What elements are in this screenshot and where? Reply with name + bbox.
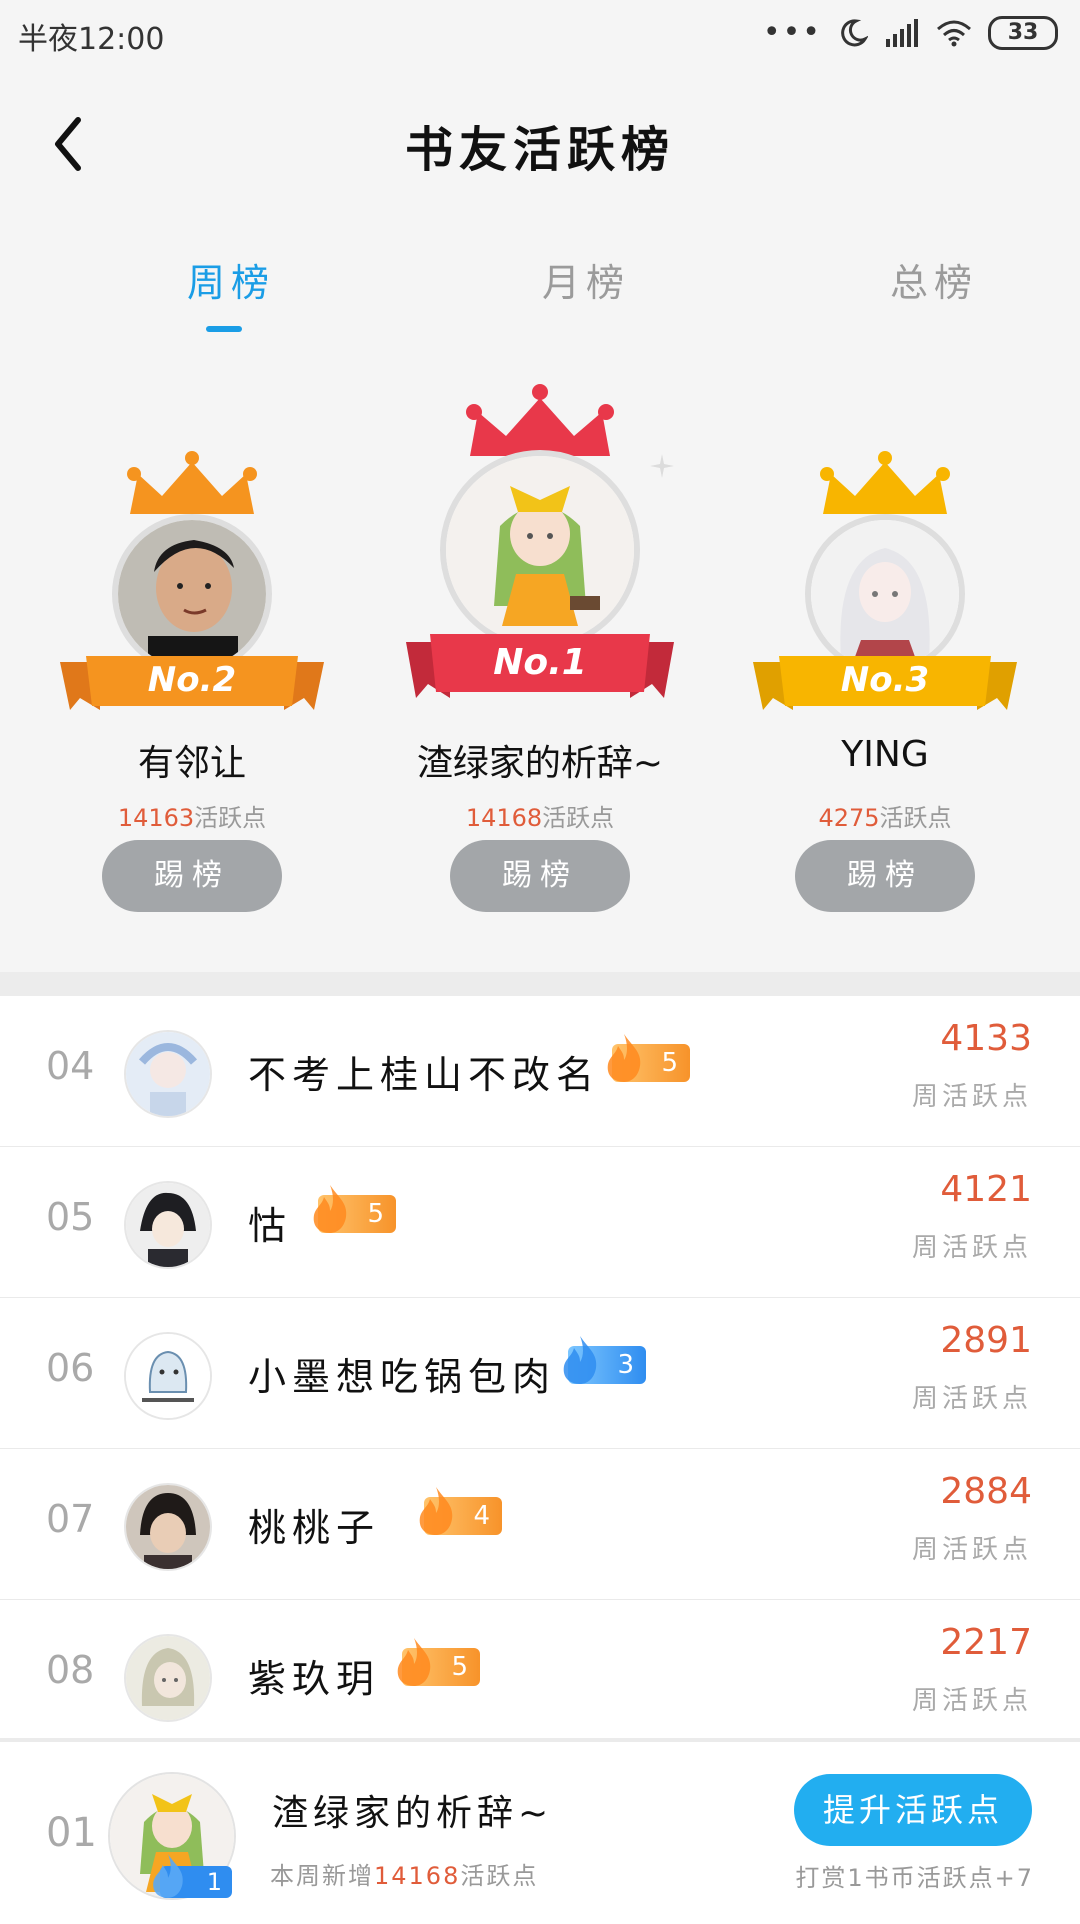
avatar-image — [126, 1334, 210, 1418]
level-badge: 3 — [563, 1336, 646, 1384]
list-item[interactable]: 07 桃桃子 4 2884 周活跃点 — [0, 1449, 1080, 1600]
user-name: 紫玖玥 — [248, 1657, 381, 1701]
avatar[interactable] — [124, 1181, 212, 1269]
header: 书友活跃榜 — [0, 72, 1080, 216]
winner-name: 渣绿家的析辞~ — [416, 743, 664, 784]
rank-label: No.2 — [147, 660, 237, 700]
user-name: 怙 — [248, 1204, 293, 1248]
list-item[interactable]: 08 紫玖玥 5 2217 周活跃点 — [0, 1600, 1080, 1751]
score-label: 周活跃点 — [911, 1686, 1032, 1716]
flame-icon — [397, 1638, 431, 1686]
flame-icon — [563, 1336, 597, 1384]
user-name: 小墨想吃锅包肉 — [248, 1355, 557, 1399]
status-bar: 半夜12:00 ••• 33 — [0, 0, 1080, 72]
list-item[interactable]: 04 不考上桂山不改名 5 4133 周活跃点 — [0, 996, 1080, 1147]
my-weekly-points: 本周新增14168活跃点 — [270, 1862, 539, 1890]
level-badge: 5 — [397, 1638, 480, 1686]
avatar-image — [126, 1183, 210, 1267]
winner-name: 有邻让 — [137, 743, 246, 784]
boost-hint: 打赏1书币活跃点+7 — [795, 1864, 1034, 1892]
rank-label: No.3 — [840, 660, 930, 700]
winner-name: YING — [841, 734, 929, 775]
score-label: 周活跃点 — [911, 1384, 1032, 1414]
avatar-image — [118, 520, 266, 668]
status-time: 半夜12:00 — [18, 22, 165, 57]
level-badge: 5 — [313, 1185, 396, 1233]
avatar-image — [126, 1485, 210, 1569]
level-badge: 4 — [419, 1487, 502, 1535]
section-divider — [0, 972, 1080, 996]
flame-icon — [607, 1034, 641, 1082]
rank-number: 06 — [46, 1346, 95, 1390]
flame-icon — [419, 1487, 453, 1535]
flame-icon — [153, 1854, 183, 1898]
flame-icon — [313, 1185, 347, 1233]
kick-button[interactable]: 踢榜 — [102, 840, 282, 912]
user-name: 桃桃子 — [248, 1506, 381, 1550]
winner-points: 14163活跃点 — [117, 804, 267, 832]
moon-icon — [841, 19, 868, 47]
signal-icon — [886, 19, 918, 47]
level-badge: 5 — [607, 1034, 690, 1082]
avatar[interactable] — [124, 1030, 212, 1118]
score-label: 周活跃点 — [911, 1082, 1032, 1112]
score-label: 周活跃点 — [911, 1233, 1032, 1263]
status-icons: ••• 33 — [763, 16, 1058, 50]
crown-icon — [820, 451, 950, 514]
avatar-image — [126, 1032, 210, 1116]
rank-number: 07 — [46, 1497, 95, 1541]
rank-number: 08 — [46, 1648, 95, 1692]
score: 4121 — [940, 1169, 1032, 1210]
more-dots-icon: ••• — [762, 15, 822, 50]
score-label: 周活跃点 — [911, 1535, 1032, 1565]
avatar-image — [811, 520, 959, 668]
score: 2884 — [940, 1471, 1032, 1512]
podium-third: No.3 YING 4275活跃点 踢榜 — [745, 338, 1025, 972]
avatar-image — [446, 456, 634, 644]
wifi-icon — [937, 20, 971, 47]
user-name: 不考上桂山不改名 — [248, 1053, 601, 1097]
kick-button[interactable]: 踢榜 — [795, 840, 975, 912]
podium-second: No.2 有邻让 14163活跃点 踢榜 — [52, 338, 332, 972]
tab-indicator — [206, 326, 242, 332]
my-rank-number: 01 — [46, 1810, 97, 1856]
level-badge: 1 — [153, 1854, 232, 1898]
boost-activity-button[interactable]: 提升活跃点 — [794, 1774, 1032, 1846]
tab-bar: 周榜 月榜 总榜 — [0, 216, 1080, 339]
winner-points: 14168活跃点 — [465, 804, 615, 832]
rank-list: 04 不考上桂山不改名 5 4133 周活跃点 05 怙 5 4121 周活跃点… — [0, 996, 1080, 1751]
tab-weekly[interactable]: 周榜 — [187, 252, 275, 307]
list-item[interactable]: 05 怙 5 4121 周活跃点 — [0, 1147, 1080, 1298]
my-name: 渣绿家的析辞~ — [272, 1793, 554, 1834]
rank-number: 05 — [46, 1195, 95, 1239]
podium: No.2 有邻让 14163活跃点 踢榜 No.1 渣绿家的析辞~ 14168活… — [0, 338, 1080, 972]
list-item[interactable]: 06 小墨想吃锅包肉 3 2891 周活跃点 — [0, 1298, 1080, 1449]
battery-indicator: 33 — [988, 16, 1058, 50]
score: 4133 — [940, 1018, 1032, 1059]
rank-number: 04 — [46, 1044, 95, 1088]
score: 2891 — [940, 1320, 1032, 1361]
page-title: 书友活跃榜 — [404, 122, 675, 178]
avatar[interactable] — [440, 450, 640, 650]
avatar-image — [126, 1636, 210, 1720]
avatar[interactable] — [124, 1634, 212, 1722]
kick-button[interactable]: 踢榜 — [450, 840, 630, 912]
rank-label: No.1 — [493, 642, 587, 683]
crown-icon — [127, 451, 257, 514]
score: 2217 — [940, 1622, 1032, 1663]
podium-first: No.1 渣绿家的析辞~ 14168活跃点 踢榜 — [400, 338, 680, 972]
tab-total[interactable]: 总榜 — [890, 252, 978, 307]
tab-monthly[interactable]: 月榜 — [542, 252, 630, 307]
avatar[interactable] — [124, 1332, 212, 1420]
avatar[interactable] — [124, 1483, 212, 1571]
winner-points: 4275活跃点 — [818, 804, 952, 832]
my-rank-bar: 01 1 渣绿家的析辞~ 本周新增14168活跃点 提升活跃点 打赏1书币活跃点… — [0, 1738, 1080, 1924]
